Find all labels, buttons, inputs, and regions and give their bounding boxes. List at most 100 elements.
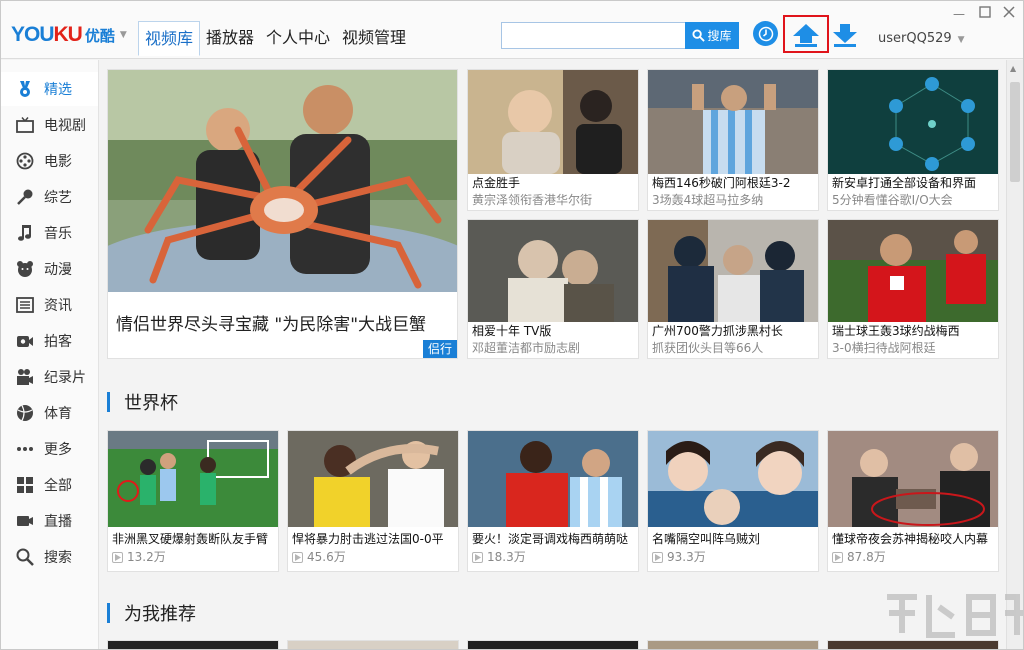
worldcup-card-1[interactable]: 非洲黑叉硬爆射轰断队友手臂 13.2万: [107, 430, 279, 572]
tv-icon: [15, 115, 35, 135]
maximize-icon[interactable]: [979, 6, 991, 18]
recommended-card-1[interactable]: [107, 640, 279, 649]
recommended-card-2[interactable]: [287, 640, 459, 649]
worldcup-card-4[interactable]: 名嘴隔空叫阵乌贼刘 93.3万: [647, 430, 819, 572]
sidebar-item-music[interactable]: 音乐: [1, 216, 98, 250]
youku-logo[interactable]: YOUKU 优酷 ▼: [11, 22, 127, 48]
tab-video-library[interactable]: 视频库: [138, 21, 201, 56]
video-thumbnail: [468, 70, 638, 174]
play-count: 93.3万: [648, 548, 818, 566]
video-subtitle: 抓获团伙头目等66人: [652, 341, 764, 355]
video-thumbnail: [468, 220, 638, 322]
username-label: userQQ529: [878, 31, 952, 46]
featured-card-2[interactable]: 梅西146秒破门阿根廷3-2 3场轰4球超马拉多纳: [647, 69, 819, 211]
video-camera-icon: [15, 367, 35, 387]
worldcup-card-5[interactable]: 懂球帝夜会苏神揭秘咬人内幕 87.8万: [827, 430, 999, 572]
medal-icon: [15, 79, 35, 99]
section-title-world-cup[interactable]: 世界杯: [107, 389, 178, 415]
video-thumbnail: [288, 431, 458, 527]
scroll-up-icon[interactable]: ▲: [1010, 64, 1016, 73]
music-note-icon: [15, 223, 35, 243]
video-title: 懂球帝夜会苏神揭秘咬人内幕: [832, 532, 989, 546]
sidebar-item-all[interactable]: 全部: [1, 468, 98, 502]
search-icon: [692, 29, 706, 42]
close-icon[interactable]: [1003, 6, 1015, 18]
tab-personal-center[interactable]: 个人中心: [260, 21, 336, 56]
sidebar-item-variety[interactable]: 综艺: [1, 180, 98, 214]
section-accent-bar: [107, 603, 110, 623]
video-thumbnail: [648, 70, 818, 174]
video-thumbnail: [648, 220, 818, 322]
video-title: 相爱十年 TV版: [472, 324, 552, 338]
user-account-menu[interactable]: userQQ529 ▼: [878, 31, 965, 46]
hero-badge: 侣行: [423, 340, 457, 358]
sidebar-item-documentary[interactable]: 纪录片: [1, 360, 98, 394]
scrollbar-thumb[interactable]: [1010, 82, 1020, 182]
search-button[interactable]: 搜库: [685, 22, 739, 49]
play-count-icon: [472, 551, 483, 563]
logo-menu-caret-icon[interactable]: ▼: [120, 30, 127, 40]
sidebar-item-featured[interactable]: 精选: [1, 72, 98, 106]
tab-player[interactable]: 播放器: [200, 21, 260, 56]
video-title: 新安卓打通全部设备和界面: [832, 176, 977, 190]
recommended-card-4[interactable]: [647, 640, 819, 649]
featured-card-6[interactable]: 瑞士球王轰3球约战梅西 3-0横扫待战阿根廷: [827, 219, 999, 359]
ball-icon: [15, 403, 35, 423]
video-title: 点金胜手: [472, 176, 521, 190]
microphone-icon: [15, 187, 35, 207]
video-thumbnail: [828, 70, 998, 174]
live-camera-icon: [15, 511, 35, 531]
video-subtitle: 3场轰4球超马拉多纳: [652, 193, 764, 207]
video-library-content: 情侣世界尽头寻宝藏 "为民除害"大战巨蟹 侣行 点金胜手 黄宗泽领衔香港华尔街 …: [99, 60, 1005, 649]
video-subtitle: 邓超董洁都市励志剧: [472, 341, 581, 355]
sidebar-item-paike[interactable]: 拍客: [1, 324, 98, 358]
video-subtitle: 5分钟看懂谷歌I/O大会: [832, 193, 953, 207]
sidebar-item-live[interactable]: 直播: [1, 504, 98, 538]
play-count-icon: [112, 551, 123, 563]
featured-card-1[interactable]: 点金胜手 黄宗泽领衔香港华尔街: [467, 69, 639, 211]
featured-card-3[interactable]: 新安卓打通全部设备和界面 5分钟看懂谷歌I/O大会: [827, 69, 999, 211]
sidebar-item-movies[interactable]: 电影: [1, 144, 98, 178]
video-title: 瑞士球王轰3球约战梅西: [832, 324, 960, 338]
tab-video-management[interactable]: 视频管理: [336, 21, 412, 56]
logo-cn-text: 优酷: [84, 26, 115, 45]
sidebar-item-tv-series[interactable]: 电视剧: [1, 108, 98, 142]
worldcup-card-3[interactable]: 要火！淡定哥调戏梅西萌萌哒 18.3万: [467, 430, 639, 572]
video-thumbnail: [468, 431, 638, 527]
worldcup-card-2[interactable]: 悍将暴力肘击逃过法国0-0平 45.6万: [287, 430, 459, 572]
video-thumbnail: [828, 431, 998, 527]
download-button[interactable]: [830, 21, 860, 48]
featured-card-4[interactable]: 相爱十年 TV版 邓超董洁都市励志剧: [467, 219, 639, 359]
search-input[interactable]: [501, 22, 686, 49]
sidebar-item-search[interactable]: 搜索: [1, 540, 98, 574]
search-button-label: 搜库: [707, 29, 732, 43]
sidebar-item-anime[interactable]: 动漫: [1, 252, 98, 286]
recommended-card-3[interactable]: [467, 640, 639, 649]
title-bar: YOUKU 优酷 ▼ 视频库 播放器 个人中心 视频管理 搜库 userQQ52…: [1, 1, 1023, 59]
video-thumbnail: [648, 431, 818, 527]
video-title: 悍将暴力肘击逃过法国0-0平: [292, 532, 444, 546]
bear-icon: [15, 259, 35, 279]
hero-title: 情侣世界尽头寻宝藏 "为民除害"大战巨蟹: [116, 315, 427, 335]
video-title: 非洲黑叉硬爆射轰断队友手臂: [112, 532, 269, 546]
sidebar-item-news[interactable]: 资讯: [1, 288, 98, 322]
logo-text: YOUKU: [11, 23, 83, 46]
video-thumbnail: [108, 431, 278, 527]
site-watermark-logo: [887, 594, 1023, 638]
upload-button[interactable]: [790, 21, 822, 48]
video-thumbnail: [828, 220, 998, 322]
section-title-recommended[interactable]: 为我推荐: [107, 600, 196, 626]
play-count: 18.3万: [468, 548, 638, 566]
category-sidebar: 精选 电视剧 电影 综艺 音乐 动漫 资讯 拍客 纪录片 体育 更多 全部 直播…: [1, 60, 99, 649]
hero-video-card[interactable]: 情侣世界尽头寻宝藏 "为民除害"大战巨蟹 侣行: [107, 69, 458, 359]
video-subtitle: 3-0横扫待战阿根廷: [832, 341, 936, 355]
featured-card-5[interactable]: 广州700警力抓涉黑村长 抓获团伙头目等66人: [647, 219, 819, 359]
minimize-icon[interactable]: —: [953, 7, 965, 21]
sidebar-item-more[interactable]: 更多: [1, 432, 98, 466]
video-subtitle: 黄宗泽领衔香港华尔街: [472, 193, 593, 207]
grid-icon: [15, 475, 35, 495]
history-clock-button[interactable]: [753, 21, 778, 46]
camera-icon: [15, 331, 35, 351]
content-scrollbar[interactable]: ▲: [1006, 60, 1023, 649]
sidebar-item-sports[interactable]: 体育: [1, 396, 98, 430]
